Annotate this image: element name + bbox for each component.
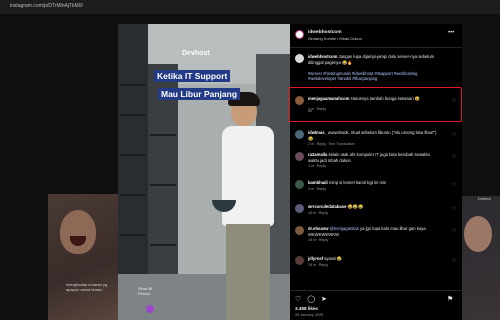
rack-unit [120, 234, 146, 236]
background-left-caption: menghadap cruaran yg apapun sama temen [66, 282, 108, 292]
person-shirt [222, 126, 274, 226]
author-username[interactable]: idwebhostcom [308, 30, 342, 35]
comment-time: 10 m [308, 211, 317, 215]
footer-divider [290, 290, 462, 291]
reply-button[interactable]: Reply [316, 164, 326, 168]
rack-unit [120, 84, 146, 86]
comment-meta: 15 m Reply [308, 238, 328, 242]
see-translation-link[interactable]: See Translation [328, 142, 354, 146]
comment-time: 19 m [308, 263, 317, 267]
comment-item: dr.ehsanw @menjaganitas ya jgn lupa kalo… [295, 226, 459, 248]
post-action-icons[interactable]: ♡ ◯ ➤ [295, 295, 329, 303]
like-heart-icon[interactable]: ♡ [452, 154, 456, 160]
comment-body: bambhadi mirip si komet kamit bgt ini mi… [308, 180, 442, 186]
post-media[interactable]: Devhost Ketika IT Support Mau Libur Panj… [118, 24, 290, 320]
reply-button[interactable]: Reply [319, 263, 329, 267]
comment-username[interactable]: ra2amalla [308, 152, 327, 157]
rack-unit [150, 244, 176, 246]
highlight-box [288, 87, 462, 122]
person-pants [226, 224, 270, 320]
bookmark-icon[interactable]: ⚑ [447, 295, 453, 303]
comment-username[interactable]: bambhadi [308, 180, 328, 185]
more-dots-icon[interactable]: ••• [448, 30, 454, 36]
comment-username[interactable]: idwlmas_ [308, 130, 327, 135]
comment-meta: 10 m Reply [308, 211, 328, 215]
background-person-face-right [464, 216, 492, 252]
background-person-face [60, 210, 96, 254]
avatar[interactable] [295, 180, 304, 189]
rack-unit [120, 114, 146, 116]
caption-line-1: Ketika IT Support [154, 70, 231, 82]
comment-body: wrrcorcdedatabase 😂😂😂 [308, 204, 442, 210]
comment-text: mirip si komet kamit bgt ini min [328, 180, 387, 185]
like-heart-icon[interactable]: ♡ [452, 182, 456, 188]
like-heart-icon[interactable]: ♡ [452, 258, 456, 264]
comment-body: idwebhostcom Jangan lupa dijampi-jampi d… [308, 54, 442, 82]
comment-body: idwlmas_ awwahwok, ritual sebelum libura… [308, 130, 442, 141]
comment-meta: 2 m Reply See Translation [308, 142, 355, 146]
comment-time: 3 m [308, 187, 315, 191]
comment-item: idwlmas_ awwahwok, ritual sebelum libura… [295, 130, 459, 154]
comment-text: selain otak aht komputer IT juga bisa be… [308, 152, 430, 163]
avatar[interactable] [295, 226, 304, 235]
meme-caption: Ketika IT Support Mau Libur Panjang [154, 66, 254, 102]
pip-text: Sinar Bi Pencul [138, 286, 153, 296]
comment-time: 1 m [308, 164, 315, 168]
reply-button[interactable]: Reply [316, 187, 326, 191]
reply-button[interactable]: Reply [316, 142, 326, 146]
like-heart-icon[interactable]: ♡ [452, 132, 456, 138]
like-heart-icon[interactable]: ♡ [452, 206, 456, 212]
background-right-label: Dimbot [478, 196, 491, 201]
comment-item: bambhadi mirip si komet kamit bgt ini mi… [295, 180, 459, 198]
comment-meta: 3 m Reply [308, 187, 326, 191]
avatar[interactable] [295, 54, 304, 63]
post-date: 26 January 2025 [295, 313, 324, 317]
header-divider [290, 47, 462, 48]
rack-unit [120, 194, 146, 196]
comment-body: dr.ehsanw @menjaganitas ya jgn lupa kalo… [308, 226, 442, 237]
rack-unit [150, 134, 176, 136]
comment-username[interactable]: dr.ehsanw [308, 226, 328, 231]
likes-count[interactable]: 3.488 likes [295, 306, 318, 311]
avatar[interactable] [295, 152, 304, 161]
comments-panel: idwebhostcom Sindang Komisi • Mbak Dukun… [290, 24, 462, 320]
reply-button[interactable]: Reply [319, 238, 329, 242]
comment-username[interactable]: idwebhostcom [308, 54, 337, 59]
reply-button[interactable]: Reply [319, 211, 329, 215]
comment-time: 15 m [308, 238, 317, 242]
comment-body: jdlyrnsf syarat 😂 [308, 256, 442, 262]
url-text[interactable]: instagram.com/p/DTrMlnAjTkM0/ [10, 3, 83, 9]
rack-unit [120, 154, 146, 156]
comment-text: syarat 😂 [324, 256, 343, 261]
comment-mention[interactable]: @menjaganitas [330, 226, 359, 231]
author-subtitle[interactable]: Sindang Komisi • Mbak Dukun [308, 36, 362, 41]
comment-username[interactable]: jdlyrnsf [308, 256, 323, 261]
background-video-right [461, 196, 500, 320]
comment-item: ra2amalla selain otak aht komputer IT ju… [295, 152, 459, 176]
browser-address-bar[interactable]: instagram.com/p/DTrMlnAjTkM0/ [0, 0, 500, 14]
pip-avatar[interactable] [146, 305, 154, 313]
hashtags[interactable]: #server #hostingmurah #idwebhost #itsupp… [308, 71, 417, 82]
comment-item: wrrcorcdedatabase 😂😂😂 10 m Reply ♡ [295, 204, 459, 222]
comment-item: jdlyrnsf syarat 😂 19 m Reply ♡ [295, 256, 459, 274]
caption-line-2: Mau Libur Panjang [158, 88, 241, 100]
like-heart-icon[interactable]: ♡ [452, 228, 456, 234]
comment-meta: 1 m Reply [308, 164, 326, 168]
devhost-logo: Devhost [182, 50, 210, 57]
comment-text: 😂😂😂 [347, 204, 364, 209]
post-modal: Devhost Ketika IT Support Mau Libur Panj… [118, 24, 462, 320]
avatar[interactable] [295, 130, 304, 139]
avatar[interactable] [295, 204, 304, 213]
rack-unit [150, 184, 176, 186]
comment-meta: 19 m Reply [308, 263, 328, 267]
comment-text: awwahwok, ritual sebelum liburan ("elo u… [308, 130, 437, 141]
comment-time: 2 m [308, 142, 315, 146]
author-avatar[interactable] [295, 30, 304, 39]
avatar[interactable] [295, 256, 304, 265]
comment-username[interactable]: wrrcorcdedatabase [308, 204, 346, 209]
comment-body: ra2amalla selain otak aht komputer IT ju… [308, 152, 442, 163]
